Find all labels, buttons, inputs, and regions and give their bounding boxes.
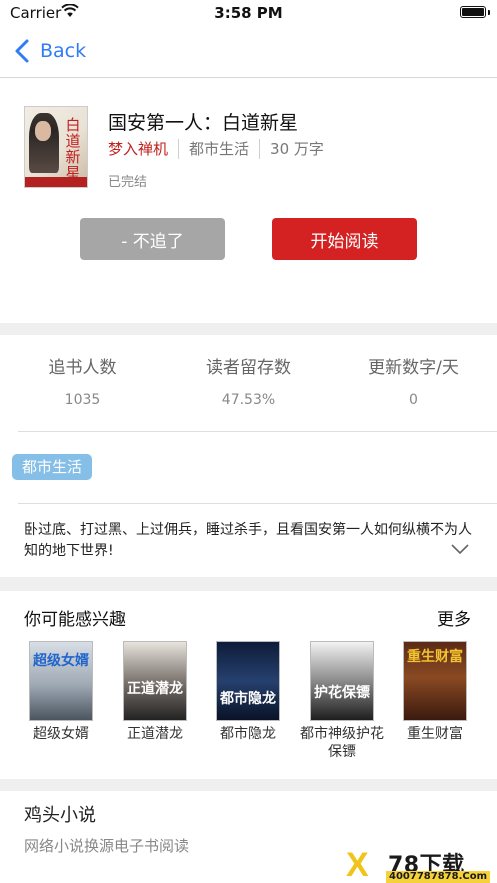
stat-value: 47.53% <box>221 392 276 408</box>
back-button[interactable]: Back <box>12 36 86 66</box>
recommendation-title: 超级女婿 <box>33 726 89 742</box>
section-separator <box>0 779 497 791</box>
recommendations-section: 你可能感兴趣 更多 超级女婿 超级女婿 正道潜龙 正道潜龙 都市隐龙 都市隐龙 … <box>0 591 497 779</box>
recommendations-title: 你可能感兴趣 <box>24 610 126 630</box>
stat-daily-updates: 更新数字/天 0 <box>331 335 496 408</box>
more-button[interactable]: 更多 <box>437 605 471 630</box>
recommendation-item[interactable]: 护花保镖 都市神级护花保镖 <box>300 641 384 761</box>
cover-title-text: 白道新星 <box>65 116 81 182</box>
description-section: 卧过底、打过黑、上过佣兵，睡过杀手，且看国安第一人如何纵横不为人知的地下世界! <box>0 504 497 577</box>
stat-label: 更新数字/天 <box>368 358 459 378</box>
watermark-url: 4007787878.Com <box>386 871 491 883</box>
stat-retention: 读者留存数 47.53% <box>166 335 331 408</box>
cover-title-text: 正道潜龙 <box>127 681 183 697</box>
stat-value: 0 <box>409 392 418 408</box>
recommendation-item[interactable]: 重生财富 重生财富 <box>393 641 477 743</box>
start-reading-button[interactable]: 开始阅读 <box>272 218 417 260</box>
battery-icon <box>460 6 486 18</box>
cover-strip <box>25 177 87 187</box>
recommendation-item[interactable]: 都市隐龙 都市隐龙 <box>206 641 290 743</box>
recommendation-cover: 重生财富 <box>403 641 467 721</box>
section-separator <box>0 323 497 335</box>
watermark-x-icon: X <box>346 846 369 883</box>
recommendation-item[interactable]: 超级女婿 超级女婿 <box>19 641 103 743</box>
section-separator <box>0 577 497 591</box>
cover-face <box>35 121 51 141</box>
recommendation-title: 重生财富 <box>407 726 463 742</box>
recommendation-title: 都市隐龙 <box>220 726 276 742</box>
back-label: Back <box>40 40 87 62</box>
cover-title-text: 重生财富 <box>407 649 463 665</box>
recommendation-cover: 护花保镖 <box>310 641 374 721</box>
book-status: 已完结 <box>108 175 148 190</box>
book-title: 国安第一人：白道新星 <box>108 112 299 134</box>
status-bar: Carrier 3:58 PM <box>0 0 497 26</box>
recommendation-cover: 都市隐龙 <box>216 641 280 721</box>
stat-label: 读者留存数 <box>206 358 291 378</box>
tags-section: 都市生活 <box>0 432 497 504</box>
app-name: 鸡头小说 <box>24 805 96 826</box>
recommendation-cover: 超级女婿 <box>29 641 93 721</box>
watermark-logo: X 78下载 4007787878.Com <box>346 848 494 883</box>
stats-panel: 追书人数 1035 读者留存数 47.53% 更新数字/天 0 <box>0 335 497 432</box>
recommendation-title: 都市神级护花保镖 <box>300 726 384 760</box>
book-genre: 都市生活 <box>189 140 250 158</box>
book-cover: 白道新星 <box>24 106 88 188</box>
recommendation-item[interactable]: 正道潜龙 正道潜龙 <box>113 641 197 743</box>
app-tagline: 网络小说换源电子书阅读 <box>24 837 190 855</box>
chevron-down-icon[interactable] <box>451 544 469 554</box>
chevron-left-icon <box>15 39 29 63</box>
cover-title-text: 护花保镖 <box>314 685 370 701</box>
recommendation-title: 正道潜龙 <box>127 726 183 742</box>
recommendation-cover: 正道潜龙 <box>123 641 187 721</box>
book-meta: 梦入禅机 都市生活 30 万字 <box>108 138 324 159</box>
battery-cap <box>488 10 490 15</box>
unfollow-button[interactable]: - 不追了 <box>80 218 225 260</box>
tag-chip[interactable]: 都市生活 <box>12 454 93 480</box>
stat-value: 1035 <box>64 392 101 408</box>
book-word-count: 30 万字 <box>270 140 324 158</box>
navigation-bar: Back <box>0 26 497 78</box>
book-description: 卧过底、打过黑、上过佣兵，睡过杀手，且看国安第一人如何纵横不为人知的地下世界! <box>24 522 472 559</box>
stat-label: 追书人数 <box>48 358 117 378</box>
cover-title-text: 都市隐龙 <box>220 691 276 707</box>
stat-followers: 追书人数 1035 <box>0 335 165 408</box>
book-header: 白道新星 国安第一人：白道新星 梦入禅机 都市生活 30 万字 已完结 - 不追… <box>0 78 497 323</box>
meta-divider <box>259 138 261 159</box>
book-author[interactable]: 梦入禅机 <box>108 138 168 159</box>
meta-divider <box>178 138 180 159</box>
cover-title-text: 超级女婿 <box>33 653 89 669</box>
status-time: 3:58 PM <box>214 4 283 22</box>
